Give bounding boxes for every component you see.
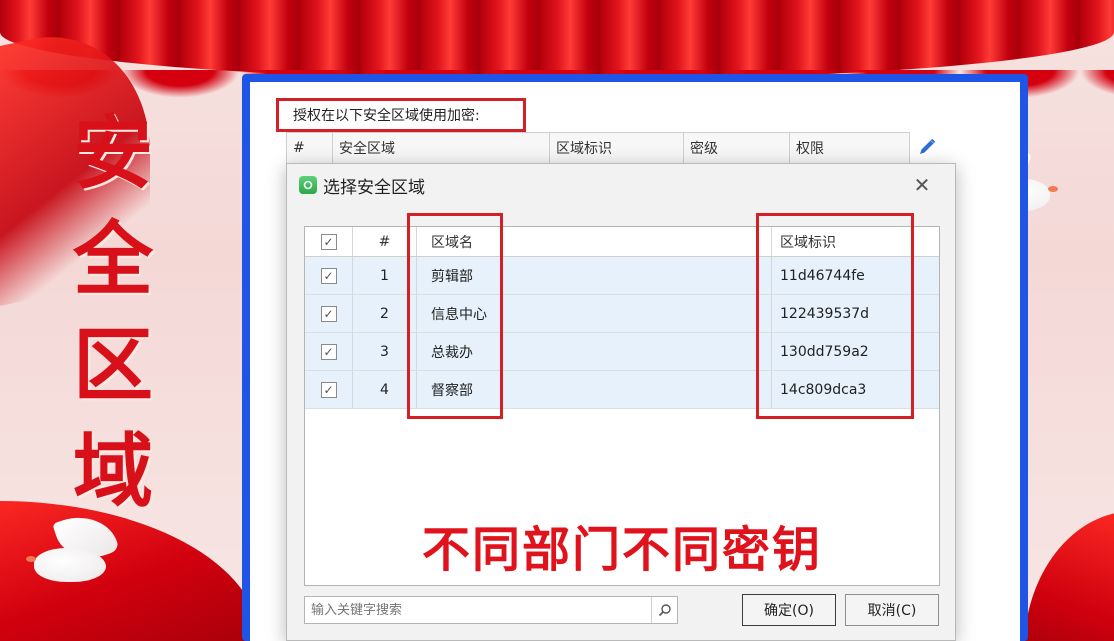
caption-text: 不同部门不同密钥 [421,522,822,578]
vertical-title: 安 全 区 域 [58,100,168,524]
column-header-permission: 权限 [796,141,824,157]
title-char: 域 [73,424,153,518]
search-box [304,596,678,624]
pencil-icon[interactable] [914,134,940,160]
app-icon [299,176,317,194]
close-icon[interactable]: ✕ [909,172,935,198]
column-header-security-level: 密级 [684,133,790,163]
curtain-decoration [0,0,1114,98]
highlight-box-zone-id [756,213,914,419]
dialog-titlebar: 选择安全区域 ✕ [287,164,955,206]
column-header-zone-id: 区域标识 [550,133,684,163]
highlight-box-zone-name [407,213,503,419]
row-checkbox[interactable]: ✓ [320,381,337,398]
dialog-title: 选择安全区域 [323,177,425,198]
zone-list: ✓ # 区域名 区域标识 ✓ 1 剪辑部 11d46744fe ✓ 2 信息中心… [304,213,940,586]
wave-decoration-right [1024,511,1114,641]
authorized-zones-label: 授权在以下安全区域使用加密: [276,98,526,132]
ok-button[interactable]: 确定(O) [742,594,836,626]
column-header-zone: 安全区域 [333,133,550,163]
row-checkbox[interactable]: ✓ [320,267,337,284]
row-checkbox[interactable]: ✓ [320,343,337,360]
dove-icon [14,506,124,590]
search-icon[interactable] [651,597,677,623]
title-char: 区 [73,318,153,412]
zones-table-header: # 安全区域 区域标识 密级 权限 [286,132,910,164]
column-header-num: # [287,133,333,163]
row-checkbox[interactable]: ✓ [320,305,337,322]
cancel-button[interactable]: 取消(C) [845,594,939,626]
select-all-checkbox[interactable]: ✓ [320,233,337,250]
title-char: 安 [73,106,153,200]
search-input[interactable] [305,597,651,623]
select-zone-dialog: 选择安全区域 ✕ ✓ # 区域名 区域标识 ✓ 1 剪辑部 11d46744fe… [286,163,956,641]
title-char: 全 [73,212,153,306]
